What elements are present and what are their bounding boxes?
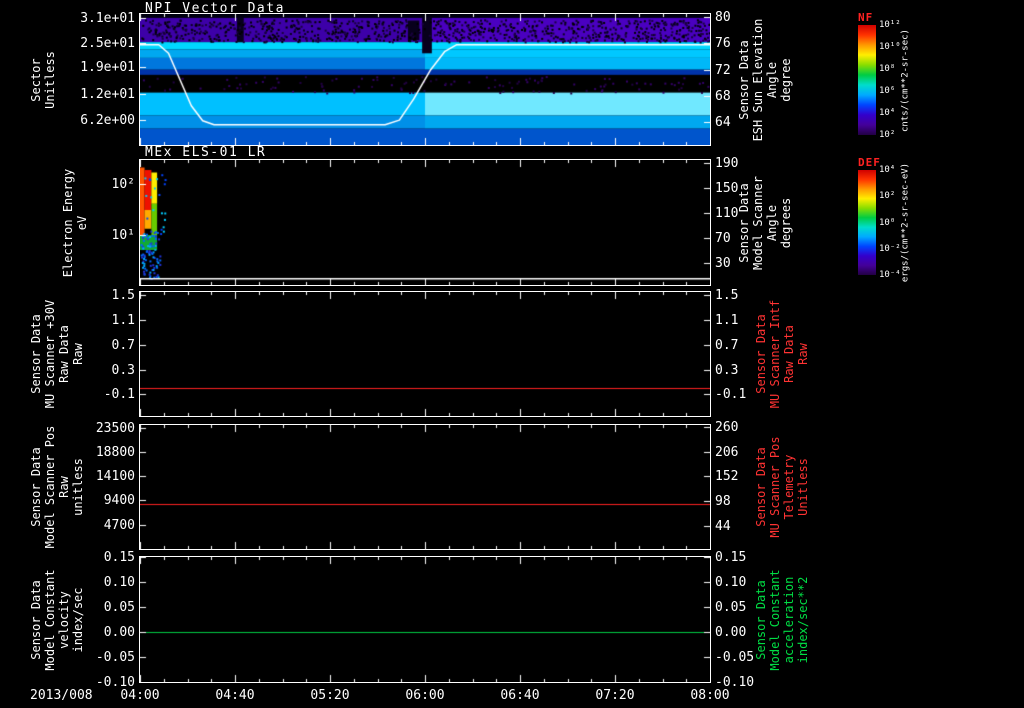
y-tick-label-right: 64 [715, 115, 731, 131]
def-colorbar-unit-label: ergs/(cm**2-sr-sec-eV) [900, 162, 911, 283]
y-tick-label-right: -0.05 [715, 650, 755, 665]
nf-colorbar-tick-label: 10² [879, 130, 896, 140]
y-tick-label-right: 70 [715, 231, 731, 247]
y-tick-label-right: 190 [715, 156, 739, 172]
x-tick-label: 04:40 [215, 688, 255, 703]
y-tick-label-right: 150 [715, 181, 739, 197]
y-tick-label-right: 260 [715, 419, 739, 435]
y-tick-label-right: 30 [715, 256, 731, 272]
y-tick-label-right: 0.15 [715, 550, 747, 565]
y-tick-label-right: 98 [715, 494, 731, 510]
def-colorbar-title: DEF [858, 156, 881, 169]
mex-els-plot-canvas [140, 160, 710, 285]
panel2-title: MEx ELS-01 LR [145, 145, 267, 160]
mu-scanner-raw-plot-canvas [140, 292, 710, 416]
y-tick-label-right: 110 [715, 206, 739, 222]
nf-colorbar-tick-label: 10⁸ [879, 64, 896, 74]
y-tick-label-right: 0.05 [715, 600, 747, 615]
nf-colorbar-tick-label: 10⁴ [879, 108, 896, 118]
nf-colorbar-tick-label: 10⁶ [879, 86, 896, 96]
x-tick-label: 05:20 [310, 688, 350, 703]
def-colorbar-tick-label: 10⁰ [879, 217, 896, 228]
def-colorbar-tick-label: 10⁻⁴ [879, 270, 901, 280]
def-colorbar [858, 170, 876, 275]
y-tick-label-right: 0.10 [715, 575, 747, 590]
y-tick-label-right: 1.5 [715, 288, 739, 304]
x-tick-label: 06:40 [500, 688, 540, 703]
nf-colorbar [858, 25, 876, 135]
y-tick-label-right: 0.3 [715, 362, 739, 378]
y-tick-label-left: 3.1e+01 [80, 11, 135, 27]
x-tick-label: 08:00 [690, 688, 730, 703]
y-axis-label-right: Sensor Data Model Constant acceleration … [754, 568, 810, 671]
y-axis-label-left: Sensor Data Model Constant velocity inde… [29, 568, 85, 671]
nf-colorbar-tick-label: 10¹² [879, 20, 901, 30]
x-tick-label: 06:00 [405, 688, 445, 703]
npi-vector-data-plot-canvas [140, 14, 710, 145]
y-tick-label-right: 80 [715, 10, 731, 26]
y-tick-label-right: 1.1 [715, 312, 739, 328]
x-tick-label: 07:20 [595, 688, 635, 703]
def-colorbar-tick-label: 10⁴ [879, 165, 896, 175]
y-tick-label-right: 0.00 [715, 625, 747, 640]
y-tick-label-right: 76 [715, 36, 731, 52]
def-colorbar-tick-label: 10² [879, 191, 896, 202]
y-tick-label-right: 44 [715, 519, 731, 535]
y-tick-label-right: 68 [715, 88, 731, 104]
y-tick-label-right: 152 [715, 469, 739, 485]
nf-colorbar-tick-label: 10¹⁰ [879, 42, 901, 52]
y-tick-label-right: 206 [715, 444, 739, 460]
y-tick-label-right: 72 [715, 62, 731, 78]
y-tick-label-right: 0.7 [715, 337, 739, 353]
model-scanner-pos-plot-canvas [140, 425, 710, 549]
screenshot-root: NPI Vector Data MEx ELS-01 LR 2013/008 3… [0, 0, 1024, 708]
def-colorbar-tick-label: 10⁻² [879, 243, 901, 254]
y-tick-label-right: -0.1 [715, 387, 747, 403]
x-tick-label: 04:00 [120, 688, 160, 703]
nf-colorbar-title: NF [858, 11, 874, 24]
y-tick-label-left: 2.5e+01 [80, 35, 135, 51]
model-constant-velocity-plot-canvas [140, 557, 710, 682]
y-axis-label-left: Sector Unitless [29, 50, 57, 109]
